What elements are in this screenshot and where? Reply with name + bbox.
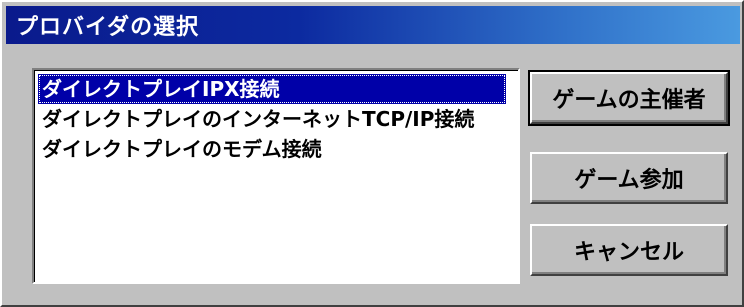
provider-item-modem[interactable]: ダイレクトプレイのモデム接続	[38, 134, 518, 164]
provider-item-ipx[interactable]: ダイレクトプレイIPX接続	[38, 74, 506, 104]
provider-listbox[interactable]: ダイレクトプレイIPX接続 ダイレクトプレイのインターネットTCP/IP接続 ダ…	[32, 68, 520, 284]
host-game-button[interactable]: ゲームの主催者	[528, 70, 730, 126]
window-title: プロバイダの選択	[16, 15, 200, 40]
provider-select-dialog: プロバイダの選択 ダイレクトプレイIPX接続 ダイレクトプレイのインターネットT…	[0, 0, 744, 307]
cancel-button[interactable]: キャンセル	[530, 224, 728, 276]
title-bar[interactable]: プロバイダの選択	[6, 6, 740, 44]
join-game-button[interactable]: ゲーム参加	[530, 152, 728, 204]
provider-item-tcpip[interactable]: ダイレクトプレイのインターネットTCP/IP接続	[38, 104, 518, 134]
